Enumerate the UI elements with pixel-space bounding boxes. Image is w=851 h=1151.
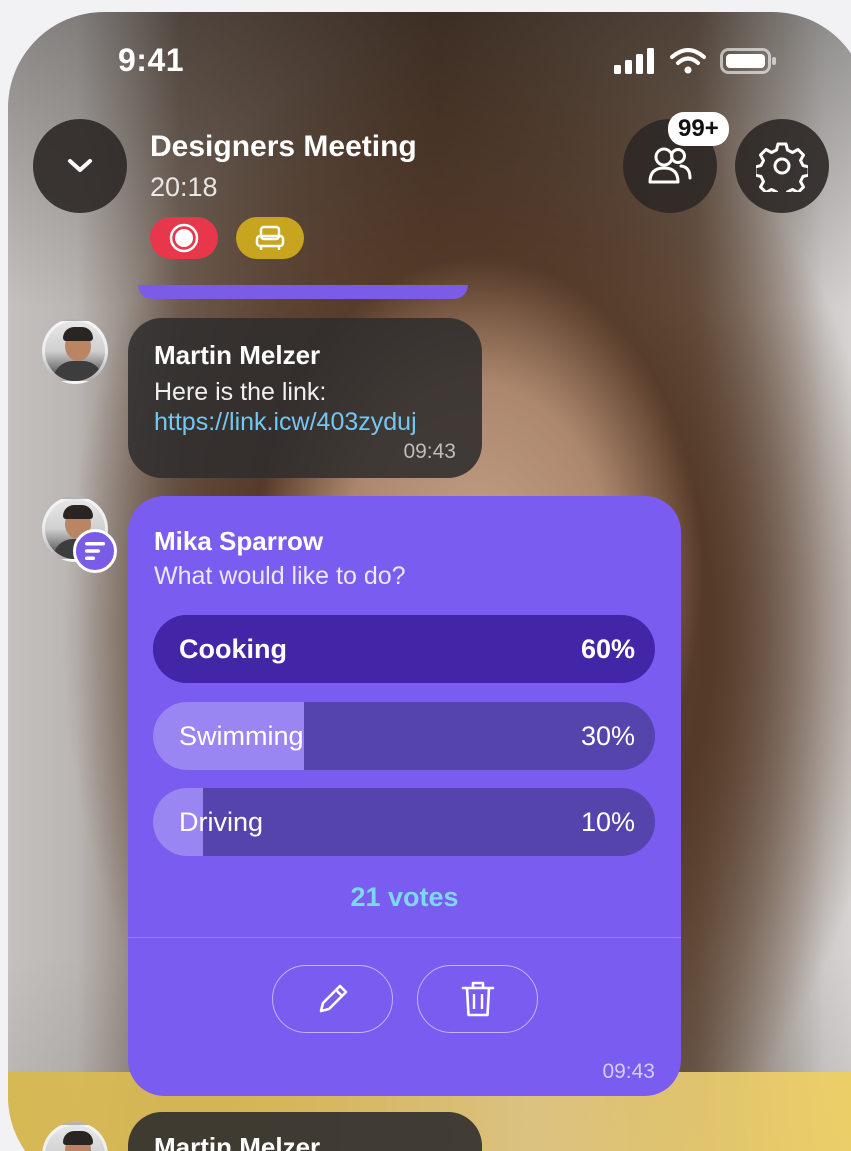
recording-indicator[interactable] xyxy=(150,217,218,259)
people-icon xyxy=(648,147,692,184)
gear-icon xyxy=(756,142,808,192)
poll-option-percent: 60% xyxy=(580,634,635,664)
message-sender: Martin Melzer xyxy=(154,340,321,370)
armchair-icon xyxy=(255,225,285,250)
battery-icon xyxy=(720,48,776,74)
message-bubble[interactable]: Martin Melzer Here is the link: https://… xyxy=(128,318,482,478)
record-icon xyxy=(169,223,199,253)
poll-badge xyxy=(73,529,117,573)
signal-icon xyxy=(614,48,654,74)
divider xyxy=(128,937,681,938)
settings-button[interactable] xyxy=(735,119,829,213)
poll-option-percent: 10% xyxy=(580,807,635,837)
back-button[interactable] xyxy=(33,119,127,213)
seat-indicator[interactable] xyxy=(236,217,304,259)
scroll-indicator xyxy=(138,285,468,299)
poll-question: What would like to do? xyxy=(154,562,406,590)
poll-option[interactable]: Driving 10% xyxy=(153,788,655,856)
meeting-title: Designers Meeting xyxy=(150,130,417,163)
message-time: 09:43 xyxy=(403,440,456,463)
poll-option[interactable]: Swimming 30% xyxy=(153,702,655,770)
wifi-icon xyxy=(670,48,706,74)
poll-icon xyxy=(85,542,105,560)
poll-option-label: Driving xyxy=(179,807,264,837)
message-link[interactable]: https://link.icw/403zyduj xyxy=(154,408,417,437)
poll-option-percent: 30% xyxy=(580,721,635,751)
meeting-duration: 20:18 xyxy=(150,172,218,202)
edit-poll-button[interactable] xyxy=(272,965,393,1033)
message-text: Here is the link: xyxy=(154,378,327,406)
delete-poll-button[interactable] xyxy=(417,965,538,1033)
avatar[interactable] xyxy=(42,318,108,384)
chevron-down-icon xyxy=(68,159,92,172)
poll-option-label: Cooking xyxy=(179,634,287,664)
trash-icon xyxy=(461,981,494,1017)
poll-bubble: Mika Sparrow What would like to do? Cook… xyxy=(128,496,681,1096)
status-time: 9:41 xyxy=(118,42,185,78)
message-time: 09:43 xyxy=(602,1060,655,1083)
poll-vote-count: 21 votes xyxy=(350,882,459,912)
message-bubble[interactable]: Martin Melzer xyxy=(128,1112,482,1151)
pencil-icon xyxy=(319,984,347,1013)
message-sender: Martin Melzer xyxy=(154,1132,321,1151)
participants-count-badge: 99+ xyxy=(668,112,729,146)
poll-option-label: Swimming xyxy=(179,721,304,751)
poll-option[interactable]: Cooking 60% xyxy=(153,615,655,683)
status-icons xyxy=(614,48,778,74)
message-sender: Mika Sparrow xyxy=(154,526,324,556)
